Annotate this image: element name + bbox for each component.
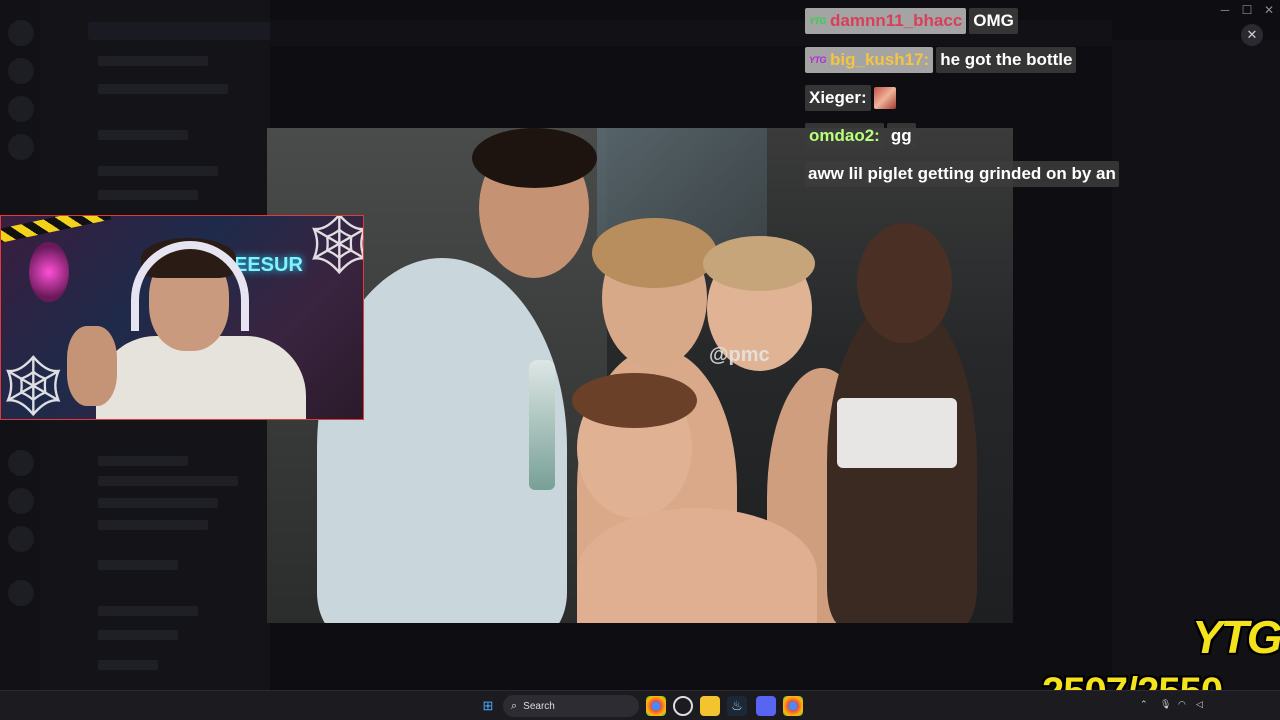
chat-username: big_kush17: [830,50,930,69]
member-list [1112,40,1280,690]
screen: ─ ☐ ✕ ✕ @pmc YTG damnn11_bhacc OMG YTG b… [0,0,1280,720]
chat-user-chip: omdao2: [805,123,884,149]
chat-message: Xieger: [805,85,896,111]
chat-username: omdao2: [809,126,880,145]
channel-item[interactable] [98,56,208,66]
search-icon: ⌕ [511,699,518,712]
server-icon[interactable] [8,96,34,122]
photo-top [837,398,957,468]
photo-person-hair [572,373,697,428]
channel-item[interactable] [98,520,208,530]
brand-logo: YTG [1192,611,1280,663]
photo-person-head [857,223,952,343]
chat-text: aww lil piglet getting grinded on by an [805,161,1119,187]
maximize-button[interactable]: ☐ [1236,3,1258,17]
tray-chevron-icon[interactable]: ⌃ [1140,699,1148,710]
channel-item[interactable] [98,84,228,94]
image-viewer-close-button[interactable]: ✕ [1241,24,1263,46]
file-explorer-icon[interactable] [700,696,720,716]
spider-web-icon: 🕸 [0,352,72,419]
chrome-alt-icon[interactable] [783,696,803,716]
photo-person-hair [703,236,815,291]
tray-network-icon[interactable]: ◠ [1178,699,1186,710]
sub-badge-icon: YTG [809,55,827,65]
chat-text: he got the bottle [936,47,1077,73]
settings-icon[interactable] [673,696,693,716]
channel-item[interactable] [98,166,218,176]
channel-item[interactable] [98,660,158,670]
spider-web-icon: 🕸 [301,216,363,274]
channel-item[interactable] [98,498,218,508]
window-close-button[interactable]: ✕ [1258,3,1280,17]
search-placeholder: Search [523,700,555,712]
tray-volume-icon[interactable]: ◁ [1196,699,1203,710]
taskbar: ⊞ ⌕ Search ♨ ⌃ 🎙 ◠ ◁ [0,690,1280,720]
server-icon[interactable] [8,58,34,84]
start-icon[interactable]: ⊞ [478,696,498,716]
chat-message: aww lil piglet getting grinded on by an [805,161,1119,187]
chat-user-chip: YTG damnn11_bhacc [805,8,967,34]
server-icon[interactable] [8,526,34,552]
caution-tape [1,216,112,245]
taskbar-search[interactable]: ⌕ Search [503,695,639,717]
server-icon[interactable] [8,134,34,160]
steam-icon[interactable]: ♨ [727,696,747,716]
photo-bottle [529,360,555,490]
sub-badge-icon: YTG [809,16,827,26]
channel-item[interactable] [98,606,198,616]
chat-message: YTG big_kush17: he got the bottle [805,47,1077,73]
neon-sign: EESUR [234,254,303,276]
server-icon[interactable] [8,488,34,514]
discord-icon[interactable] [756,696,776,716]
chat-text: OMG [969,8,1018,34]
photo-person-hair [592,218,717,288]
channel-item[interactable] [98,476,238,486]
chat-user-chip: YTG big_kush17: [805,47,934,73]
channel-item[interactable] [98,560,178,570]
channel-item[interactable] [98,130,188,140]
chat-username: Xieger: [809,88,867,107]
minimize-button[interactable]: ─ [1214,3,1236,17]
chrome-icon[interactable] [646,696,666,716]
channel-item[interactable] [98,190,198,200]
chat-message: omdao2: gg [805,123,916,149]
chat-text: gg [886,123,916,149]
webcam-overlay: EESUR 🕸 🕸 [0,215,364,420]
chat-emote-icon [873,87,896,109]
server-icon[interactable] [8,580,34,606]
chat-username: damnn11_bhacc [830,11,963,30]
image-preview[interactable]: @pmc [267,128,1013,623]
server-icon[interactable] [8,450,34,476]
photo-person-hair [472,128,597,188]
streamer-hand [67,326,117,406]
chat-user-chip: Xieger: [805,85,871,111]
tray-microphone-icon[interactable]: 🎙 [1160,699,1171,710]
channel-item[interactable] [98,630,178,640]
chat-message: YTG damnn11_bhacc OMG [805,8,1018,34]
server-icon[interactable] [8,20,34,46]
image-watermark: @pmc [709,344,770,366]
neon-light [29,242,69,302]
channel-item[interactable] [98,456,188,466]
